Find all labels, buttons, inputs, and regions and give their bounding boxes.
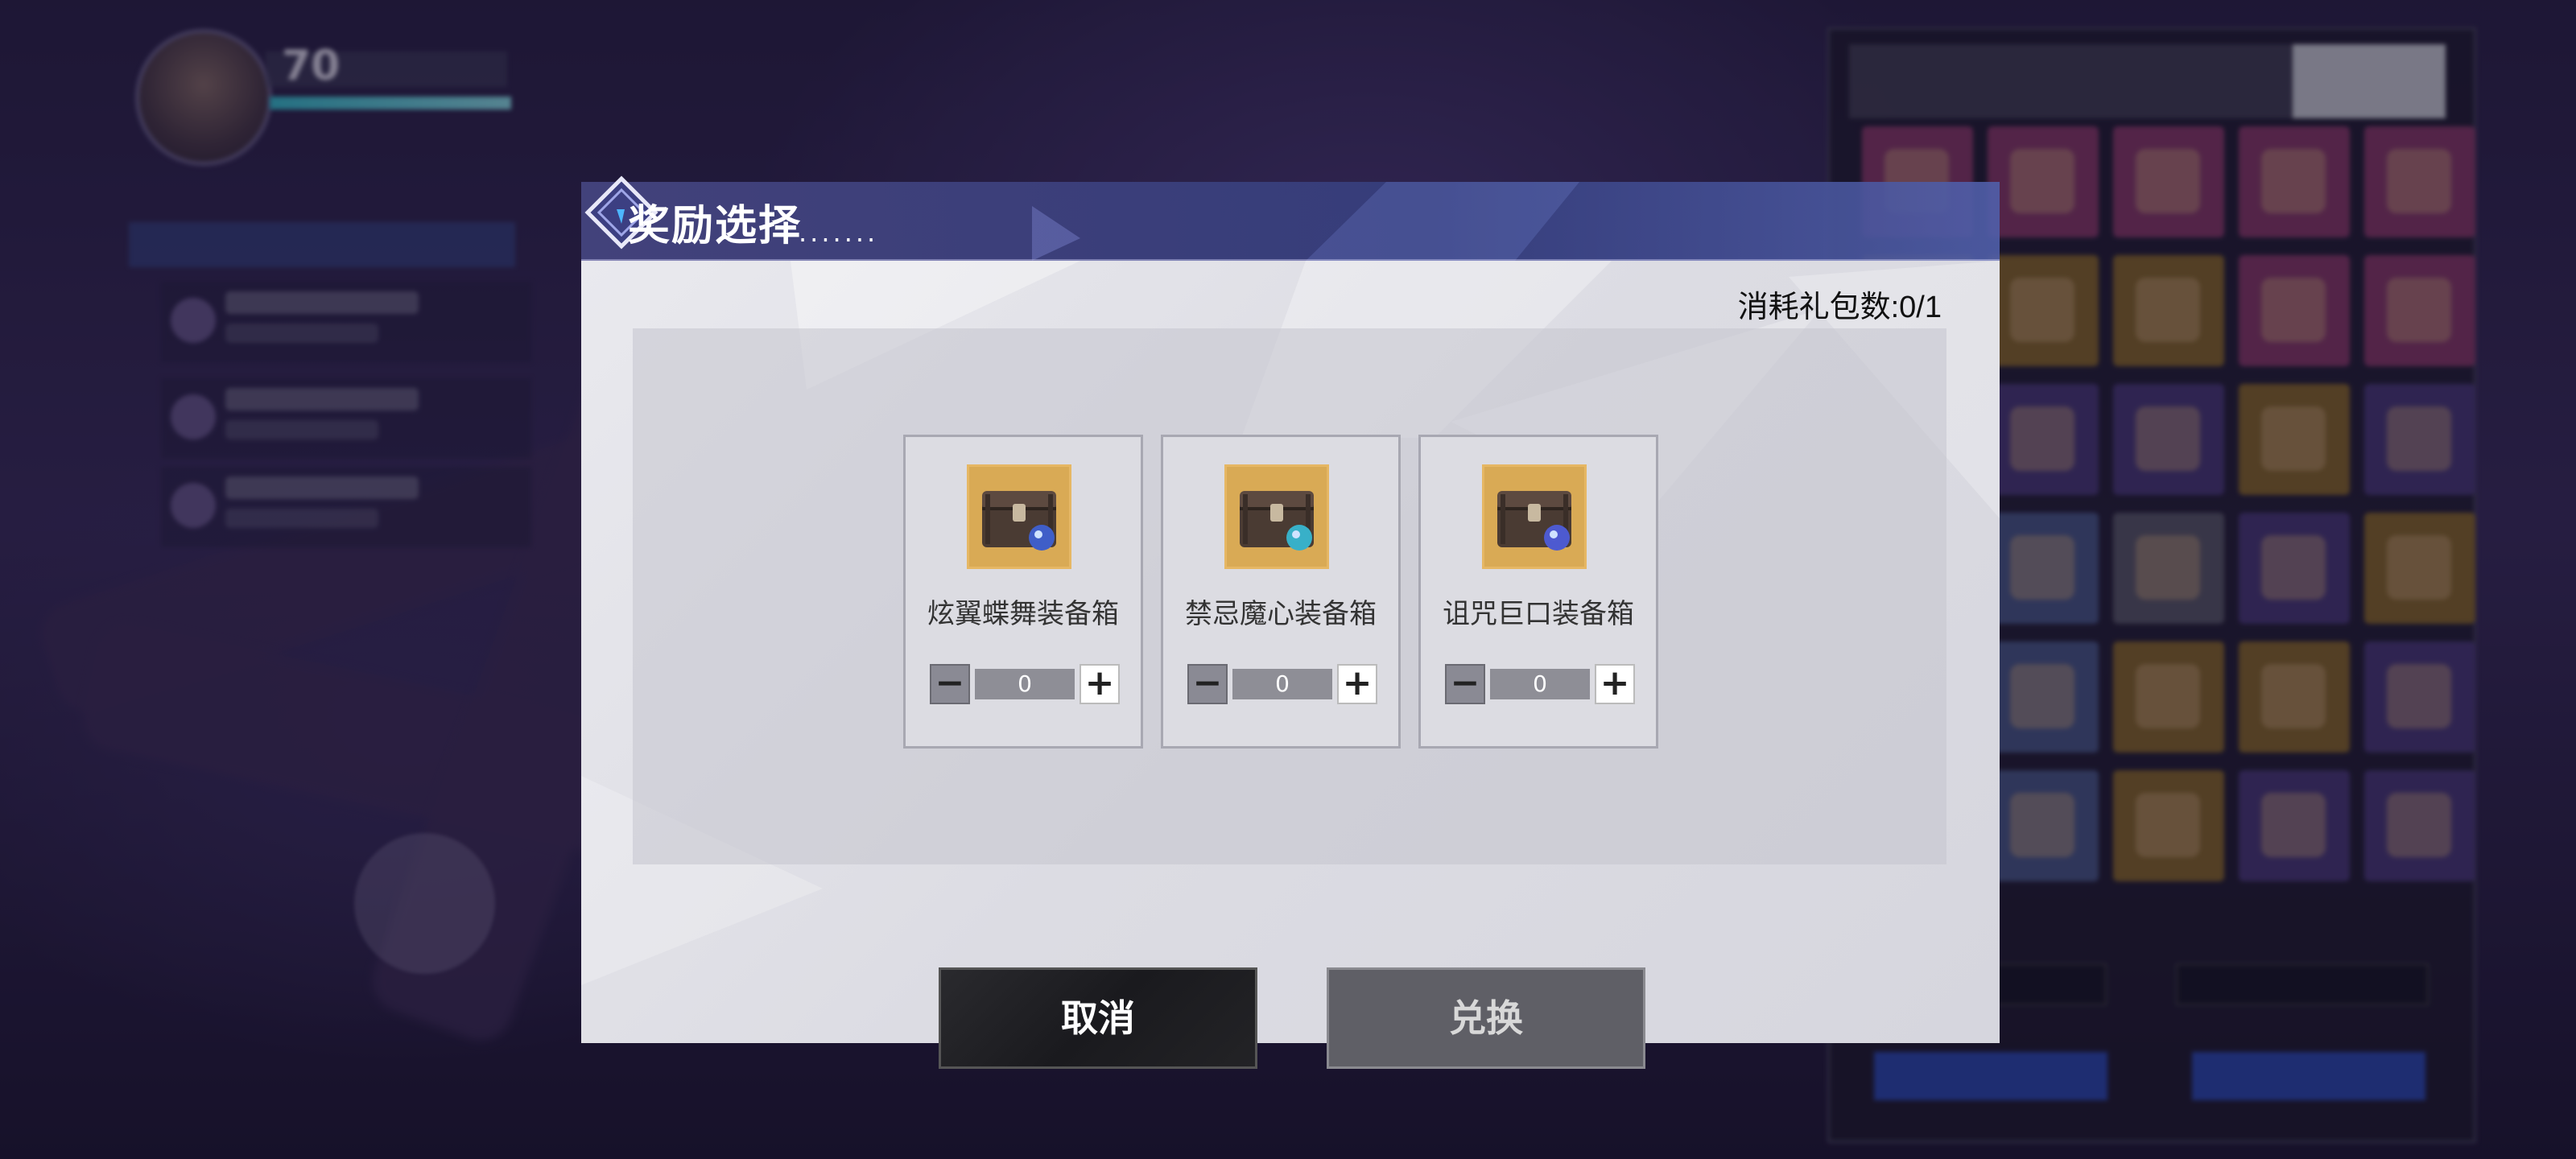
reward-name: 诅咒巨口装备箱 <box>1443 598 1634 630</box>
dialog-body: 消耗礼包数:0/1 炫翼蝶舞装备箱 − 0 + 禁忌魔心装备箱 − 0 + 诅咒… <box>581 261 2000 1069</box>
consume-counter: 消耗礼包数:0/1 <box>1737 291 1942 324</box>
quantity-value[interactable]: 0 <box>1490 669 1590 699</box>
exchange-button[interactable]: 兑换 <box>1327 967 1645 1069</box>
reward-select-dialog: 奖励选择 ....... 消耗礼包数:0/1 炫翼蝶舞装备箱 − 0 + 禁忌魔… <box>581 175 2000 1069</box>
cancel-button[interactable]: 取消 <box>939 967 1257 1069</box>
reward-card[interactable]: 禁忌魔心装备箱 − 0 + <box>1161 435 1401 749</box>
title-dots: ....... <box>799 217 879 248</box>
decrease-button[interactable]: − <box>930 664 970 704</box>
increase-button[interactable]: + <box>1080 664 1120 704</box>
quantity-value[interactable]: 0 <box>1232 669 1332 699</box>
reward-name: 禁忌魔心装备箱 <box>1185 598 1377 630</box>
quantity-stepper: − 0 + <box>1445 664 1635 704</box>
quantity-stepper: − 0 + <box>930 664 1120 704</box>
equipment-box-icon <box>1482 464 1587 569</box>
quantity-value[interactable]: 0 <box>975 669 1075 699</box>
reward-card[interactable]: 炫翼蝶舞装备箱 − 0 + <box>903 435 1143 749</box>
increase-button[interactable]: + <box>1337 664 1377 704</box>
dialog-title: 奖励选择 <box>628 201 803 250</box>
equipment-box-icon <box>967 464 1071 569</box>
decrease-button[interactable]: − <box>1187 664 1228 704</box>
reward-content-area: 炫翼蝶舞装备箱 − 0 + 禁忌魔心装备箱 − 0 + 诅咒巨口装备箱 − 0 … <box>633 328 1946 864</box>
decrease-button[interactable]: − <box>1445 664 1485 704</box>
increase-button[interactable]: + <box>1595 664 1635 704</box>
reward-name: 炫翼蝶舞装备箱 <box>927 598 1119 630</box>
equipment-box-icon <box>1224 464 1329 569</box>
reward-card[interactable]: 诅咒巨口装备箱 − 0 + <box>1418 435 1658 749</box>
quantity-stepper: − 0 + <box>1187 664 1377 704</box>
